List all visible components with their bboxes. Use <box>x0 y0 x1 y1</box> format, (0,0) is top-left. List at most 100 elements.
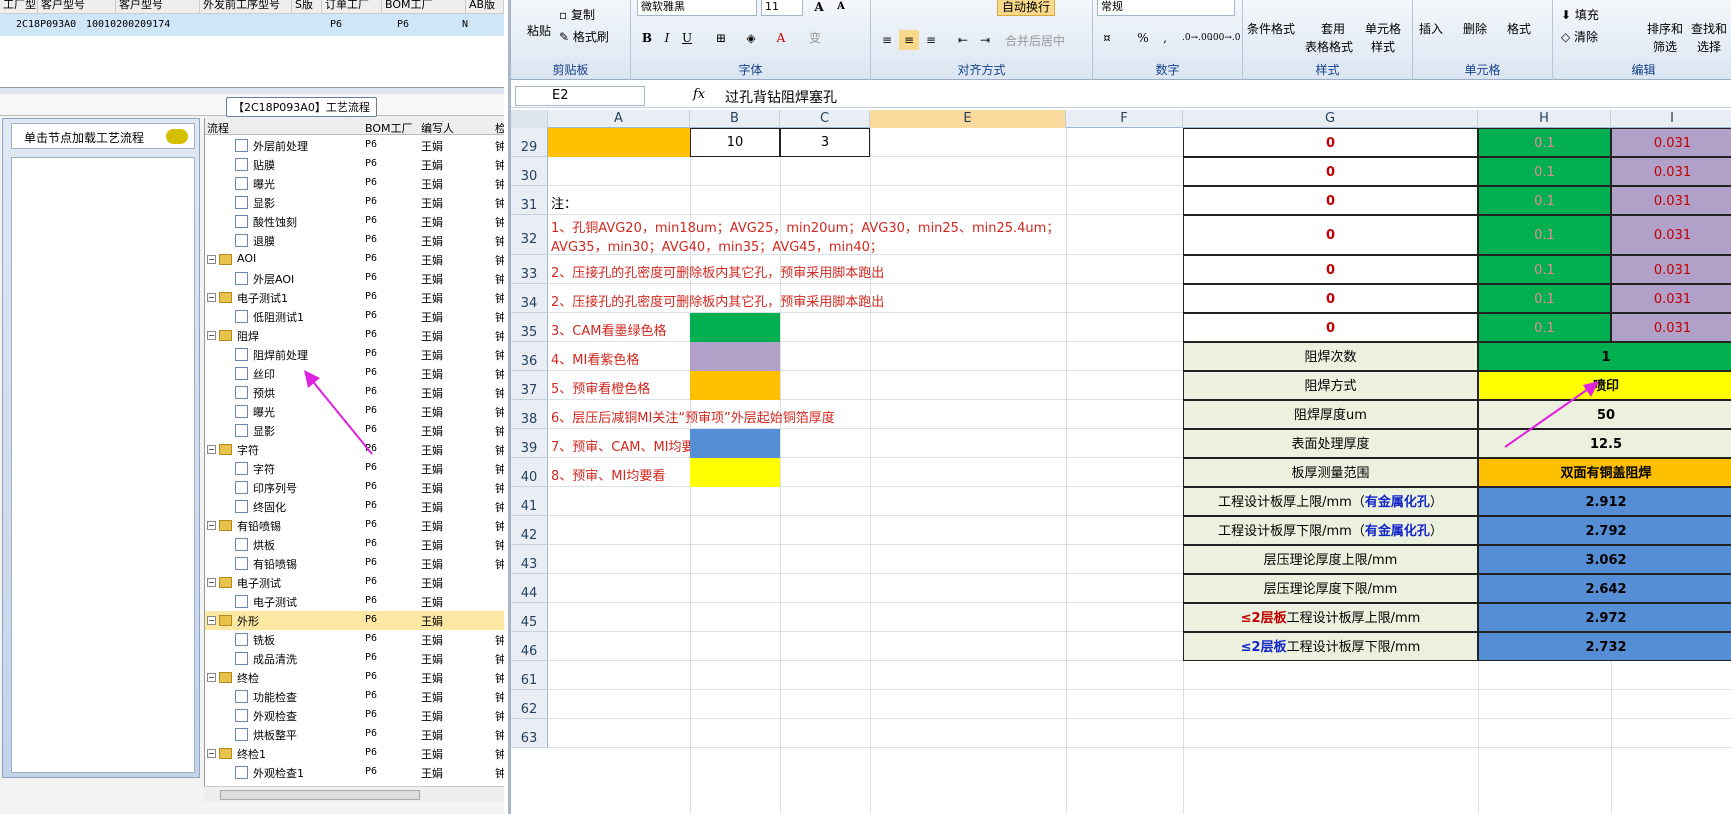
tree-row[interactable]: 功能检查 P6 王娟 钟 <box>205 687 504 706</box>
swatch-green[interactable] <box>690 313 780 342</box>
shrink-font-button[interactable]: A <box>831 0 851 17</box>
swatch-blue[interactable] <box>690 429 780 458</box>
col-header-g[interactable]: G <box>1183 110 1478 128</box>
fx-icon[interactable]: fx <box>693 87 705 102</box>
load-process-button[interactable]: 单击节点加载工艺流程 <box>11 123 195 149</box>
sort-filter-label2[interactable]: 筛选 <box>1653 38 1677 55</box>
tree-row[interactable]: 终固化 P6 王娟 钟 <box>205 497 504 516</box>
align-right-icon[interactable]: ≡ <box>921 30 941 50</box>
col-header-c[interactable]: C <box>780 110 870 128</box>
col-author[interactable]: 编写人 <box>421 120 454 136</box>
cell-h-value[interactable]: 0.1 <box>1478 284 1611 313</box>
clear-button[interactable]: ◇ 清除 <box>1561 28 1598 45</box>
tree-row[interactable]: 印序列号 P6 王娟 钟 <box>205 478 504 497</box>
format-button[interactable]: 格式 <box>1507 20 1531 37</box>
cell-g-value[interactable]: 0 <box>1183 215 1478 255</box>
row-header[interactable]: 46 <box>511 632 548 661</box>
row-header[interactable]: 36 <box>511 342 548 371</box>
collapse-toggle-icon[interactable]: − <box>207 749 216 758</box>
tree-row[interactable]: 外层前处理 P6 王娟 钟 <box>205 136 504 155</box>
tree-row[interactable]: 烘板 P6 王娟 钟 <box>205 535 504 554</box>
table-label[interactable]: 工程设计板厚上限/mm（有金属化孔） <box>1183 487 1478 516</box>
tree-row[interactable]: 外观检查 P6 王娟 钟 <box>205 706 504 725</box>
cell-b29[interactable]: 10 <box>690 128 780 157</box>
tree-row[interactable]: 贴膜 P6 王娟 钟 <box>205 155 504 174</box>
col-header-a[interactable]: A <box>548 110 690 128</box>
cell-i-value[interactable]: 0.031 <box>1611 157 1731 186</box>
cell-i-value[interactable]: 0.031 <box>1611 313 1731 342</box>
row-header[interactable]: 35 <box>511 313 548 342</box>
tree-row[interactable]: 曝光 P6 王娟 钟 <box>205 174 504 193</box>
fill-button[interactable]: ⬇ 填充 <box>1561 6 1599 23</box>
swatch-yellow[interactable] <box>690 458 780 487</box>
collapse-toggle-icon[interactable]: − <box>207 521 216 530</box>
cell-h-value[interactable]: 0.1 <box>1478 215 1611 255</box>
grid-header[interactable]: 客户型号 <box>38 0 116 14</box>
cell-styles-label2[interactable]: 样式 <box>1371 38 1395 55</box>
row-header[interactable]: 61 <box>511 661 548 690</box>
grid-header[interactable]: 客户型号 <box>116 0 200 14</box>
percent-button[interactable]: % <box>1133 28 1153 48</box>
tree-row[interactable]: − 终检1 P6 王娟 钟 <box>205 744 504 763</box>
table-value[interactable]: 2.642 <box>1478 574 1731 603</box>
table-value[interactable]: 1 <box>1478 342 1731 371</box>
tree-row[interactable]: 退膜 P6 王娟 钟 <box>205 231 504 250</box>
table-row[interactable]: 2C18P093A0 10010200209174 P6 P6 N <box>0 14 504 36</box>
table-value[interactable]: 2.732 <box>1478 632 1731 661</box>
tree-row[interactable]: − 终检 P6 王娟 钟 <box>205 668 504 687</box>
font-color-button[interactable]: A <box>771 28 791 48</box>
indent-icon[interactable]: ⇥ <box>975 30 995 50</box>
swatch-orange[interactable] <box>690 371 780 400</box>
collapse-toggle-icon[interactable]: − <box>207 445 216 454</box>
table-value[interactable]: 双面有铜盖阻焊 <box>1478 458 1731 487</box>
select-all-corner[interactable] <box>511 110 548 128</box>
comma-button[interactable]: , <box>1155 28 1175 48</box>
table-label[interactable]: 阻焊次数 <box>1183 342 1478 371</box>
grow-font-button[interactable]: A <box>809 0 829 17</box>
tree-row[interactable]: − 电子测试 P6 王娟 <box>205 573 504 592</box>
row-header[interactable]: 31 <box>511 186 548 215</box>
tree-row[interactable]: 烘板整平 P6 王娟 钟 <box>205 725 504 744</box>
row-header[interactable]: 38 <box>511 400 548 429</box>
row-header[interactable]: 43 <box>511 545 548 574</box>
tree-row[interactable]: − AOI P6 王娟 钟 <box>205 250 504 269</box>
row-header[interactable]: 39 <box>511 429 548 458</box>
horizontal-scrollbar[interactable] <box>204 786 504 802</box>
row-header[interactable]: 41 <box>511 487 548 516</box>
cell-g-value[interactable]: 0 <box>1183 313 1478 342</box>
tree-row[interactable]: 电子测试 P6 王娟 <box>205 592 504 611</box>
tree-row[interactable]: 外层AOI P6 王娟 钟 <box>205 269 504 288</box>
table-label[interactable]: 表面处理厚度 <box>1183 429 1478 458</box>
cell-g-value[interactable]: 0 <box>1183 255 1478 284</box>
font-name-select[interactable]: 微软雅黑 <box>637 0 757 16</box>
table-label[interactable]: 工程设计板厚下限/mm（有金属化孔） <box>1183 516 1478 545</box>
conditional-format-button[interactable]: 条件格式 <box>1247 20 1295 37</box>
merge-center-button[interactable]: 合并后居中 <box>1005 32 1065 49</box>
tree-row[interactable]: − 电子测试1 P6 王娟 钟 <box>205 288 504 307</box>
insert-button[interactable]: 插入 <box>1419 20 1443 37</box>
table-label[interactable]: 层压理论厚度上限/mm <box>1183 545 1478 574</box>
fill-color-icon[interactable]: ◈ <box>741 28 761 48</box>
row-header[interactable]: 33 <box>511 255 548 284</box>
col-flow[interactable]: 流程 <box>207 120 229 136</box>
grid-header[interactable]: AB版 <box>466 0 504 14</box>
format-painter-button[interactable]: ✎ 格式刷 <box>559 28 609 45</box>
col-check[interactable]: 检 <box>495 120 504 136</box>
collapse-toggle-icon[interactable]: − <box>207 255 216 264</box>
row-header[interactable]: 32 <box>511 215 548 255</box>
cell-h-value[interactable]: 0.1 <box>1478 186 1611 215</box>
col-header-e[interactable]: E <box>870 110 1066 128</box>
number-format-select[interactable]: 常规 <box>1097 0 1235 16</box>
paste-button[interactable]: 粘贴 <box>527 22 551 39</box>
cell-i-value[interactable]: 0.031 <box>1611 255 1731 284</box>
scroll-thumb[interactable] <box>220 790 420 800</box>
row-header[interactable]: 45 <box>511 603 548 632</box>
grid-header[interactable]: BOM工厂 <box>382 0 466 14</box>
swatch-purple[interactable] <box>690 342 780 371</box>
row-header[interactable]: 42 <box>511 516 548 545</box>
cell-i-value[interactable]: 0.031 <box>1611 215 1731 255</box>
cell-g-value[interactable]: 0 <box>1183 157 1478 186</box>
cell-styles-button[interactable]: 单元格 <box>1365 20 1401 37</box>
tree-row[interactable]: 低阻测试1 P6 王娟 钟 <box>205 307 504 326</box>
cell-i-value[interactable]: 0.031 <box>1611 284 1731 313</box>
